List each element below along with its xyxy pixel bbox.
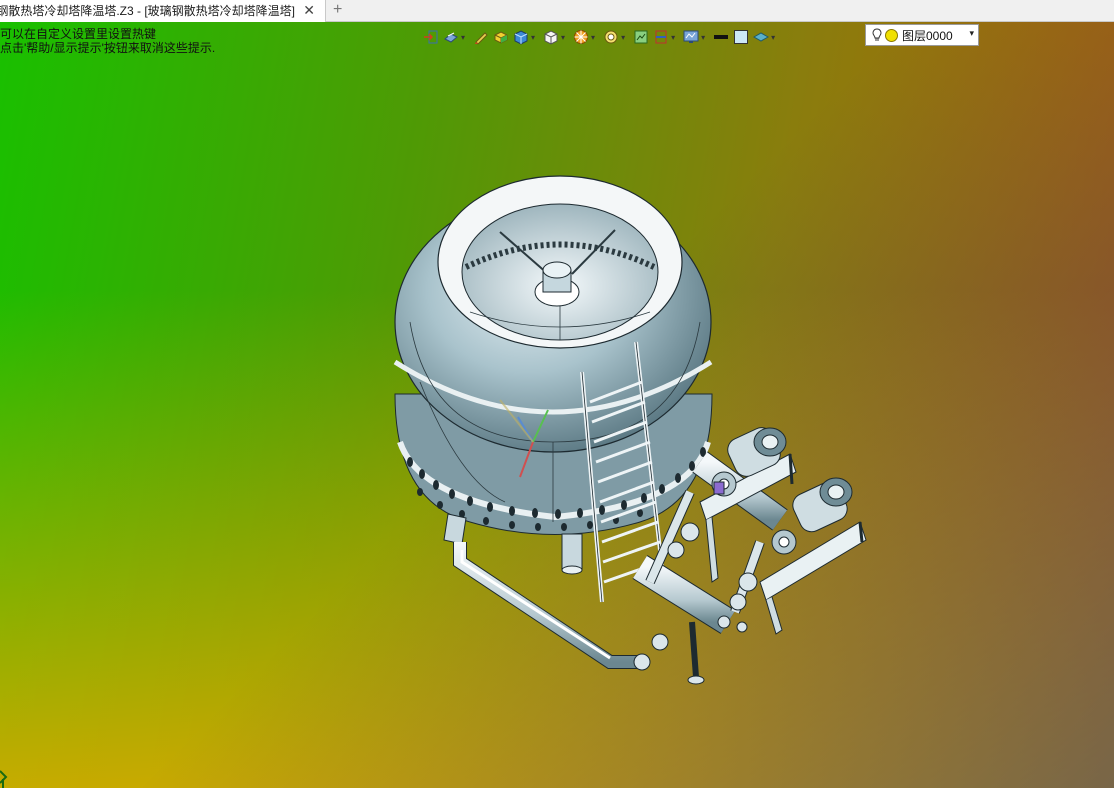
line-color-icon[interactable]	[712, 28, 730, 46]
chevron-down-icon[interactable]: ▾	[969, 28, 974, 39]
tower-top	[437, 175, 683, 349]
exit-sketch-icon[interactable]	[422, 28, 440, 46]
tab-bar: 璃钢散热塔冷却塔降温塔.Z3 - [玻璃钢散热塔冷却塔降温塔] ✕ +	[0, 0, 1114, 22]
cube-yellow-icon[interactable]	[492, 28, 510, 46]
floating-toolbar: ▾ ▾ ▾ ▾ ▾ ▾ ▾ ▾	[422, 25, 782, 49]
cube-blue-dropdown[interactable]: ▾	[531, 33, 535, 42]
cube-blue-icon[interactable]	[512, 28, 530, 46]
close-icon[interactable]: ✕	[303, 2, 315, 18]
section-dropdown[interactable]: ▾	[671, 33, 675, 42]
coordinate-origin-icon	[0, 770, 8, 788]
lightbulb-icon[interactable]	[872, 28, 882, 42]
document-tab[interactable]: 璃钢散热塔冷却塔降温塔.Z3 - [玻璃钢散热塔冷却塔降温塔] ✕	[0, 0, 326, 22]
layer-style-dropdown[interactable]: ▾	[771, 33, 775, 42]
cooling-tower-model[interactable]	[0, 22, 1114, 788]
zoom-icon[interactable]	[602, 28, 620, 46]
view-orientation-icon[interactable]	[442, 28, 460, 46]
section-icon[interactable]	[652, 28, 670, 46]
frame-icon[interactable]	[632, 28, 650, 46]
viewport[interactable]: 可以在自定义设置里设置热键 点击'帮助/显示提示'按钮来取消这些提示. ▾ ▾ …	[0, 22, 1114, 788]
view-orientation-dropdown[interactable]: ▾	[461, 33, 465, 42]
zoom-dropdown[interactable]: ▾	[621, 33, 625, 42]
layer-name: 图层0000	[902, 28, 953, 43]
document-tab-title: 璃钢散热塔冷却塔降温塔.Z3 - [玻璃钢散热塔冷却塔降温塔]	[0, 4, 295, 18]
layer-style-icon[interactable]	[752, 28, 770, 46]
cube-white-icon[interactable]	[542, 28, 560, 46]
pen-icon[interactable]	[472, 28, 490, 46]
monitor-icon[interactable]	[682, 28, 700, 46]
face-color-icon[interactable]	[732, 28, 750, 46]
render-ball-icon[interactable]	[572, 28, 590, 46]
add-tab-icon[interactable]: +	[333, 1, 342, 19]
layer-select[interactable]: 图层0000 ▾	[865, 24, 979, 46]
monitor-dropdown[interactable]: ▾	[701, 33, 705, 42]
cube-white-dropdown[interactable]: ▾	[561, 33, 565, 42]
render-ball-dropdown[interactable]: ▾	[591, 33, 595, 42]
layer-color-swatch	[885, 28, 898, 42]
